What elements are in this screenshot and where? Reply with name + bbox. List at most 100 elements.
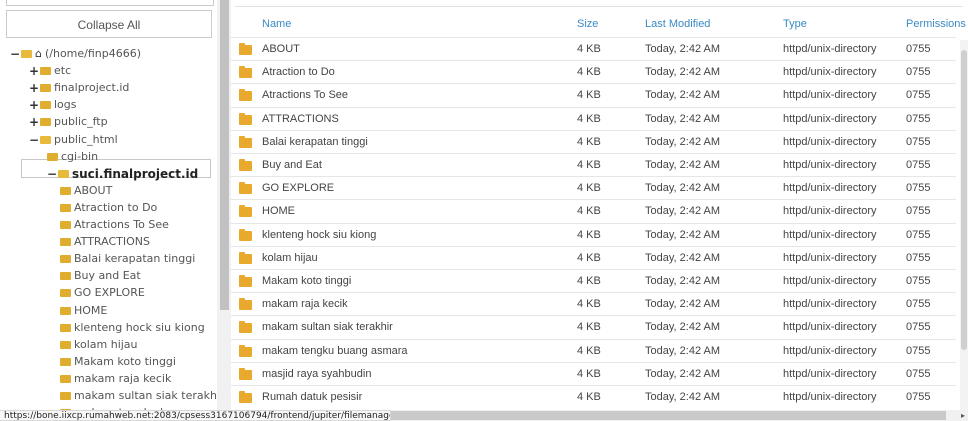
tree-scrollbar[interactable] — [217, 0, 231, 410]
cell-name: klenteng hock siu kiong — [262, 228, 377, 241]
table-row[interactable]: ATTRACTIONS 4 KB Today, 2:42 AM httpd/unix-… — [231, 106, 956, 131]
expand-icon[interactable]: + — [29, 80, 39, 96]
tree-node-label: kolam hijau — [74, 337, 138, 351]
column-header-name[interactable]: Name — [262, 12, 291, 36]
cell-modified: Today, 2:42 AM — [645, 298, 721, 311]
tree-node[interactable]: + logs — [29, 97, 77, 113]
tree-node[interactable]: − ⌂ (/home/finp4666) — [10, 46, 141, 62]
cell-type: httpd/unix-directory — [783, 275, 877, 287]
expand-icon[interactable]: + — [29, 63, 39, 79]
tree-node[interactable]: GO EXPLORE — [60, 285, 145, 301]
column-header-last-modified[interactable]: Last Modified — [645, 12, 710, 36]
tree-node[interactable]: + etc — [29, 63, 71, 79]
folder-icon — [239, 112, 252, 125]
table-row[interactable]: makam sultan siak terakhir 4 KB Today, 2:4… — [231, 315, 956, 339]
cell-perms: 0755 — [906, 66, 931, 79]
cell-name: GO EXPLORE — [262, 182, 335, 195]
folder-icon — [40, 118, 51, 127]
folder-icon — [239, 135, 252, 148]
cell-perms: 0755 — [906, 275, 931, 287]
tree-node[interactable]: Atractions To See — [60, 217, 169, 233]
table-row[interactable]: Balai kerapatan tinggi 4 KB Today, 2:42 AM… — [231, 129, 956, 154]
tree-node[interactable]: makam sultan siak terakhir — [60, 388, 217, 404]
cell-perms: 0755 — [906, 159, 931, 171]
tree-node[interactable]: Buy and Eat — [60, 268, 141, 284]
tree-node[interactable]: klenteng hock siu kiong — [60, 320, 205, 336]
tree-node[interactable]: ABOUT — [60, 183, 112, 199]
table-row[interactable]: Makam koto tinggi 4 KB Today, 2:42 AM httpd… — [231, 269, 956, 293]
column-header-type[interactable]: Type — [783, 12, 807, 36]
tree-node[interactable]: − public_html — [29, 132, 118, 148]
cell-name: Rumah datuk pesisir — [262, 391, 363, 403]
tree-node[interactable]: + finalproject.id — [29, 80, 129, 96]
tree-node-label: makam sultan siak terakhir — [74, 389, 217, 402]
cell-size: 4 KB — [577, 182, 601, 195]
expand-icon[interactable]: + — [29, 114, 39, 130]
table-scrollbar[interactable] — [960, 40, 968, 410]
column-header-size[interactable]: Size — [577, 12, 598, 36]
cell-type: httpd/unix-directory — [783, 251, 877, 264]
folder-icon — [60, 323, 71, 332]
cell-perms: 0755 — [906, 135, 931, 148]
cell-modified: Today, 2:42 AM — [645, 182, 721, 195]
tree-node[interactable]: Atraction to Do — [60, 200, 157, 216]
horizontal-scrollbar-thumb[interactable] — [391, 411, 946, 420]
table-scrollbar-thumb[interactable] — [961, 50, 967, 350]
tree-node[interactable]: Balai kerapatan tinggi — [60, 251, 195, 267]
tree-node[interactable]: ATTRACTIONS — [60, 234, 150, 250]
table-row[interactable]: masjid raya syahbudin 4 KB Today, 2:42 AM h… — [231, 361, 956, 386]
folder-icon — [47, 152, 58, 161]
collapse-icon[interactable]: − — [10, 46, 20, 62]
table-row[interactable]: Rumah datuk pesisir 4 KB Today, 2:42 AM htt… — [231, 385, 956, 409]
horizontal-scrollbar[interactable]: ▸ — [391, 410, 968, 421]
cell-type: httpd/unix-directory — [783, 298, 877, 311]
tree-scrollbar-thumb[interactable] — [220, 0, 229, 310]
cell-perms: 0755 — [906, 228, 931, 241]
cell-size: 4 KB — [577, 66, 601, 79]
folder-icon — [60, 306, 71, 315]
tree-node[interactable]: Makam koto tinggi — [60, 354, 176, 370]
tree-node[interactable]: makam raja kecik — [60, 371, 171, 387]
cell-name: masjid raya syahbudin — [262, 367, 372, 380]
cell-name: kolam hijau — [262, 251, 318, 264]
collapse-all-button[interactable]: Collapse All — [6, 10, 212, 38]
tree-node[interactable]: kolam hijau — [60, 337, 138, 353]
table-row[interactable]: makam tengku buang asmara 4 KB Today, 2:42… — [231, 338, 956, 363]
table-row[interactable]: Buy and Eat 4 KB Today, 2:42 AM httpd/unix-… — [231, 153, 956, 177]
table-row[interactable]: Atractions To See 4 KB Today, 2:42 AM httpd… — [231, 83, 956, 107]
table-row[interactable]: makam raja kecik 4 KB Today, 2:42 AM httpd/… — [231, 292, 956, 316]
tree-node[interactable]: cgi-bin — [47, 149, 98, 165]
folder-icon — [40, 101, 51, 110]
table-row[interactable]: ABOUT 4 KB Today, 2:42 AM httpd/unix-direct… — [231, 37, 956, 61]
table-row[interactable]: HOME 4 KB Today, 2:42 AM httpd/unix-directo… — [231, 199, 956, 223]
toolbar-fragment — [235, 0, 963, 7]
collapse-icon[interactable]: − — [29, 132, 39, 148]
folder-icon — [239, 367, 252, 380]
folder-icon — [40, 67, 51, 76]
scroll-right-arrow-icon[interactable]: ▸ — [961, 410, 965, 421]
column-header-permissions[interactable]: Permissions — [906, 12, 966, 36]
table-row[interactable]: GO EXPLORE 4 KB Today, 2:42 AM httpd/unix-d… — [231, 176, 956, 200]
cell-name: makam tengku buang asmara — [262, 344, 408, 357]
tree-node-label: klenteng hock siu kiong — [74, 320, 205, 334]
table-row[interactable]: kolam hijau 4 KB Today, 2:42 AM httpd/unix-… — [231, 245, 956, 270]
cell-modified: Today, 2:42 AM — [645, 391, 721, 403]
cell-modified: Today, 2:42 AM — [645, 89, 721, 102]
collapse-icon[interactable]: − — [47, 166, 57, 182]
cell-size: 4 KB — [577, 112, 601, 125]
tree-node[interactable]: HOME — [60, 303, 107, 319]
tree-node[interactable]: − suci.finalproject.id — [47, 166, 198, 182]
cell-size: 4 KB — [577, 344, 601, 357]
table-row[interactable]: klenteng hock siu kiong 4 KB Today, 2:42 A… — [231, 222, 956, 247]
cell-size: 4 KB — [577, 43, 601, 55]
folder-icon — [239, 159, 252, 171]
cell-type: httpd/unix-directory — [783, 391, 877, 403]
cell-size: 4 KB — [577, 251, 601, 264]
table-row[interactable]: Atraction to Do 4 KB Today, 2:42 AM httpd/u… — [231, 60, 956, 84]
expand-icon[interactable]: + — [29, 97, 39, 113]
home-icon: ⌂ — [35, 47, 42, 60]
cell-type: httpd/unix-directory — [783, 112, 877, 125]
tree-node[interactable]: + public_ftp — [29, 114, 108, 130]
tree-node-label: makam raja kecik — [74, 371, 172, 385]
cell-name: Balai kerapatan tinggi — [262, 135, 368, 148]
